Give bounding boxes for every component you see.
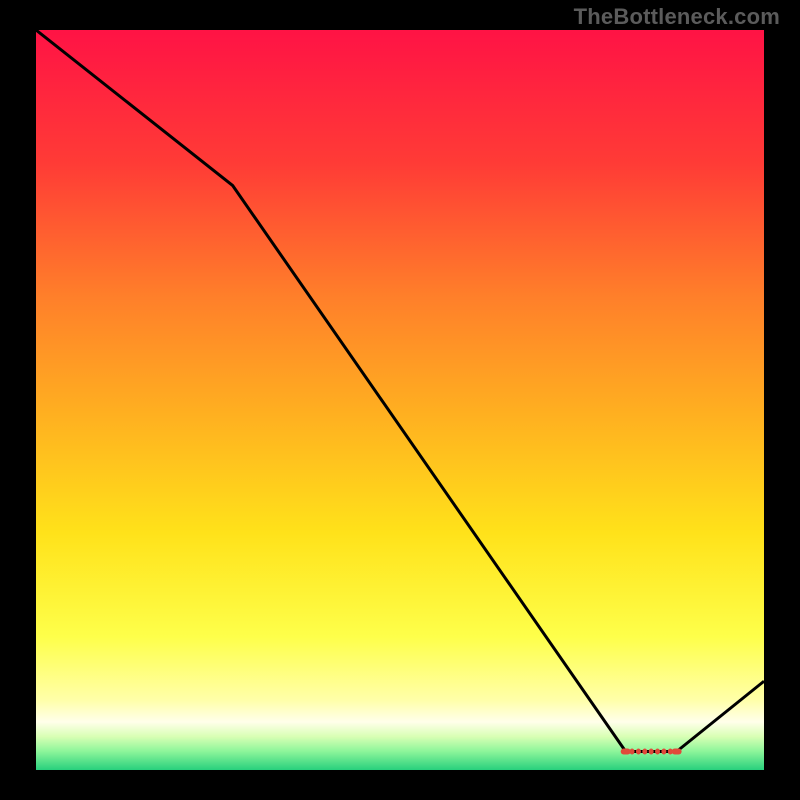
optimal-range-marker [649, 749, 654, 755]
watermark-text: TheBottleneck.com [574, 4, 780, 30]
plot-area [36, 30, 764, 770]
chart-svg [36, 30, 764, 770]
chart-frame: TheBottleneck.com [0, 0, 800, 800]
optimal-range-marker [672, 749, 682, 755]
gradient-background [36, 30, 764, 770]
optimal-range-marker [661, 749, 666, 755]
optimal-range-marker [642, 749, 647, 755]
optimal-range-marker [636, 749, 641, 755]
optimal-range-marker [630, 749, 635, 755]
optimal-range-marker [621, 749, 631, 755]
optimal-range-marker [655, 749, 660, 755]
